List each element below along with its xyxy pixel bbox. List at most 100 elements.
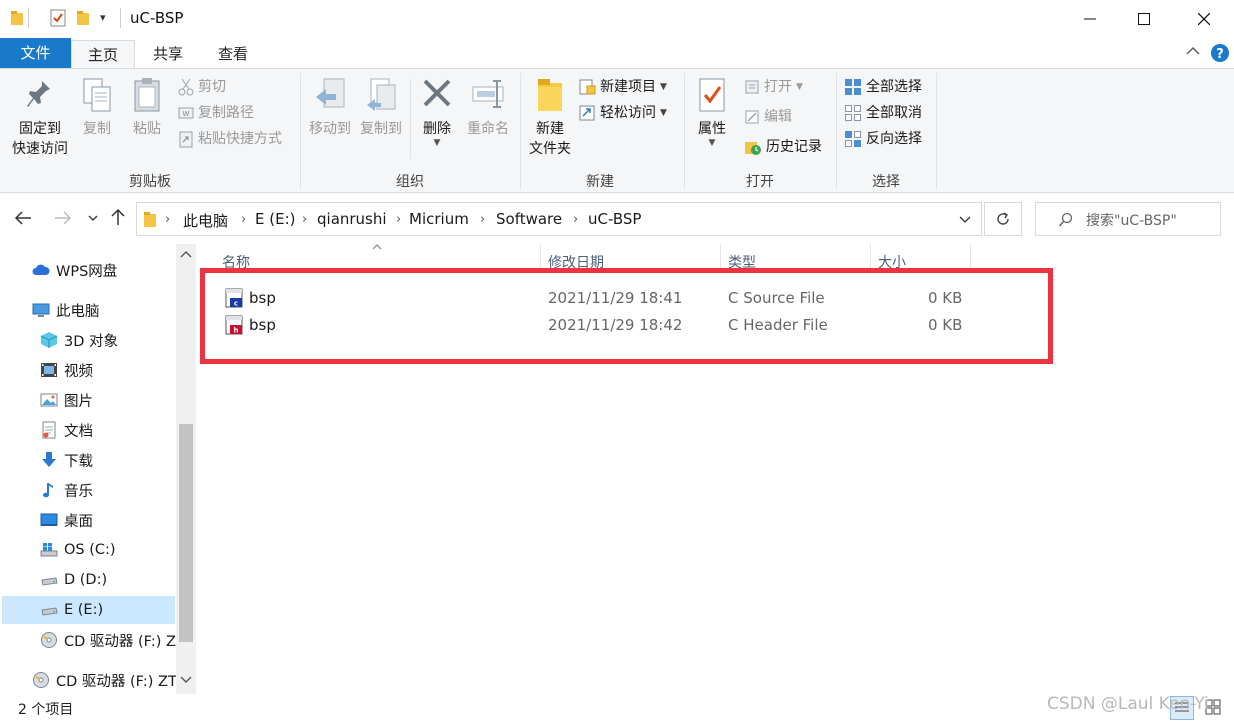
cd-drive-icon <box>40 631 58 649</box>
breadcrumb-micrium[interactable]: Micrium <box>409 210 469 228</box>
delete-dropdown-icon[interactable]: ▼ <box>416 139 458 148</box>
back-button[interactable] <box>14 210 32 226</box>
arrow-up-icon <box>111 208 125 225</box>
easy-access-label: 轻松访问 <box>600 105 656 121</box>
nav-item-cd-drive[interactable]: CD 驱动器 (F:) Z <box>40 627 176 653</box>
select-all-button[interactable]: 全部选择 <box>844 77 922 97</box>
breadcrumb-qianrushi[interactable]: qianrushi <box>317 210 387 228</box>
sort-indicator-icon <box>372 244 382 250</box>
nav-item-documents[interactable]: 文档 <box>40 417 93 443</box>
new-folder-button[interactable]: 新建 文件夹 <box>524 75 576 159</box>
title-separator <box>28 8 29 28</box>
pin-icon <box>24 75 56 115</box>
paste-button[interactable]: 粘贴 <box>126 75 168 139</box>
up-button[interactable] <box>110 208 126 226</box>
select-none-button[interactable]: 全部取消 <box>844 103 922 123</box>
edit-button[interactable]: 编辑 <box>744 107 792 127</box>
invert-selection-icon <box>845 131 861 147</box>
cut-button[interactable]: 剪切 <box>178 77 226 97</box>
scroll-up-button[interactable] <box>180 250 192 258</box>
cube-icon <box>40 331 58 349</box>
open-button[interactable]: 打开 ▼ <box>744 77 803 97</box>
properties-quick-icon[interactable] <box>50 9 66 27</box>
nav-item-desktop[interactable]: 桌面 <box>40 507 93 533</box>
address-bar[interactable]: › 此电脑 › E (E:) › qianrushi › Micrium › S… <box>136 202 982 236</box>
breadcrumb-drive-e[interactable]: E (E:) <box>255 210 295 228</box>
breadcrumb-this-pc[interactable]: 此电脑 <box>183 210 228 231</box>
breadcrumb-separator[interactable]: › <box>396 212 401 227</box>
paste-shortcut-button[interactable]: 粘贴快捷方式 <box>178 129 282 149</box>
music-icon <box>40 481 58 499</box>
properties-button[interactable]: 属性 ▼ <box>690 75 734 148</box>
nav-item-3d-objects[interactable]: 3D 对象 <box>40 327 118 353</box>
nav-item-drive-c[interactable]: OS (C:) <box>40 537 116 563</box>
history-button[interactable]: 历史记录 <box>744 137 822 157</box>
pin-label-line2: 快速访问 <box>12 141 68 157</box>
delete-button[interactable]: 删除 ▼ <box>416 75 458 148</box>
collapse-ribbon-button[interactable] <box>1186 46 1200 56</box>
nav-item-music[interactable]: 音乐 <box>40 477 93 503</box>
new-item-button[interactable]: 新建项目 ▼ <box>578 77 667 97</box>
open-icon <box>745 80 759 94</box>
select-none-label: 全部取消 <box>866 105 922 121</box>
properties-dropdown-icon[interactable]: ▼ <box>690 139 734 148</box>
breadcrumb-separator[interactable]: › <box>241 212 246 227</box>
nav-item-this-pc[interactable]: 此电脑 <box>32 297 100 323</box>
column-separator[interactable] <box>970 244 971 270</box>
highlight-annotation-box <box>200 268 1053 364</box>
delete-label: 删除 <box>423 121 451 137</box>
move-to-button[interactable]: 移动到 <box>305 75 355 139</box>
copy-to-button[interactable]: 复制到 <box>356 75 406 139</box>
breadcrumb-separator[interactable]: › <box>480 212 485 227</box>
search-input[interactable]: 搜索"uC-BSP" <box>1035 202 1221 236</box>
address-history-button[interactable] <box>959 216 971 224</box>
maximize-icon <box>1138 13 1150 25</box>
maximize-button[interactable] <box>1120 0 1168 38</box>
copy-button[interactable]: 复制 <box>76 75 118 139</box>
nav-item-drive-e-selected[interactable]: E (E:) <box>2 596 175 624</box>
scroll-down-button[interactable] <box>180 676 192 684</box>
nav-item-downloads[interactable]: 下载 <box>40 447 93 473</box>
easy-access-button[interactable]: 轻松访问 ▼ <box>578 103 667 123</box>
nav-item-videos[interactable]: 视频 <box>40 357 93 383</box>
customize-quick-access-icon[interactable]: ▾ <box>100 11 106 24</box>
close-button[interactable] <box>1180 0 1228 38</box>
column-separator[interactable] <box>540 244 541 270</box>
copy-path-icon: W <box>178 107 194 119</box>
tab-file[interactable]: 文件 <box>0 38 71 68</box>
minimize-icon <box>1084 18 1096 20</box>
copy-path-button[interactable]: W 复制路径 <box>178 103 254 123</box>
tab-view[interactable]: 查看 <box>205 40 261 68</box>
refresh-button[interactable] <box>984 202 1022 236</box>
tab-share[interactable]: 共享 <box>140 40 196 68</box>
nav-item-drive-d[interactable]: D (D:) <box>40 567 107 593</box>
navigation-pane: WPS网盘 此电脑 3D 对象 视频 图片 文档 下载 音乐 桌面 OS (C:… <box>0 244 196 694</box>
minimize-button[interactable] <box>1066 0 1114 38</box>
copy-to-label: 复制到 <box>360 121 402 137</box>
rename-label: 重命名 <box>467 121 509 137</box>
new-folder-quick-icon[interactable] <box>76 10 90 26</box>
breadcrumb-separator[interactable]: › <box>165 212 170 227</box>
breadcrumb-separator[interactable]: › <box>302 212 307 227</box>
breadcrumb-uc-bsp[interactable]: uC-BSP <box>588 210 641 228</box>
pin-to-quick-access-button[interactable]: 固定到 快速访问 <box>8 75 72 159</box>
watermark: CSDN @Laul Ken-Yi <box>1047 694 1209 714</box>
rename-button[interactable]: 重命名 <box>462 75 514 139</box>
tab-home[interactable]: 主页 <box>71 40 135 68</box>
nav-item-cd-drive-root[interactable]: CD 驱动器 (F:) ZT <box>32 667 176 693</box>
scroll-thumb[interactable] <box>179 424 193 642</box>
ribbon: 固定到 快速访问 复制 粘贴 剪切 W 复制路径 粘贴快捷方式 剪贴板 移动到 <box>0 68 1234 193</box>
recent-locations-button[interactable] <box>88 214 98 222</box>
forward-button[interactable] <box>54 210 72 226</box>
invert-selection-button[interactable]: 反向选择 <box>844 129 922 149</box>
drive-icon <box>40 571 58 589</box>
nav-item-pictures[interactable]: 图片 <box>40 387 93 413</box>
column-separator[interactable] <box>870 244 871 270</box>
help-button[interactable]: ? <box>1210 43 1230 63</box>
column-separator[interactable] <box>720 244 721 270</box>
nav-scrollbar[interactable] <box>176 244 196 694</box>
breadcrumb-software[interactable]: Software <box>496 210 562 228</box>
nav-item-wps-drive[interactable]: WPS网盘 <box>32 257 117 283</box>
new-item-dropdown-icon: ▼ <box>660 82 667 92</box>
breadcrumb-separator[interactable]: › <box>573 212 578 227</box>
